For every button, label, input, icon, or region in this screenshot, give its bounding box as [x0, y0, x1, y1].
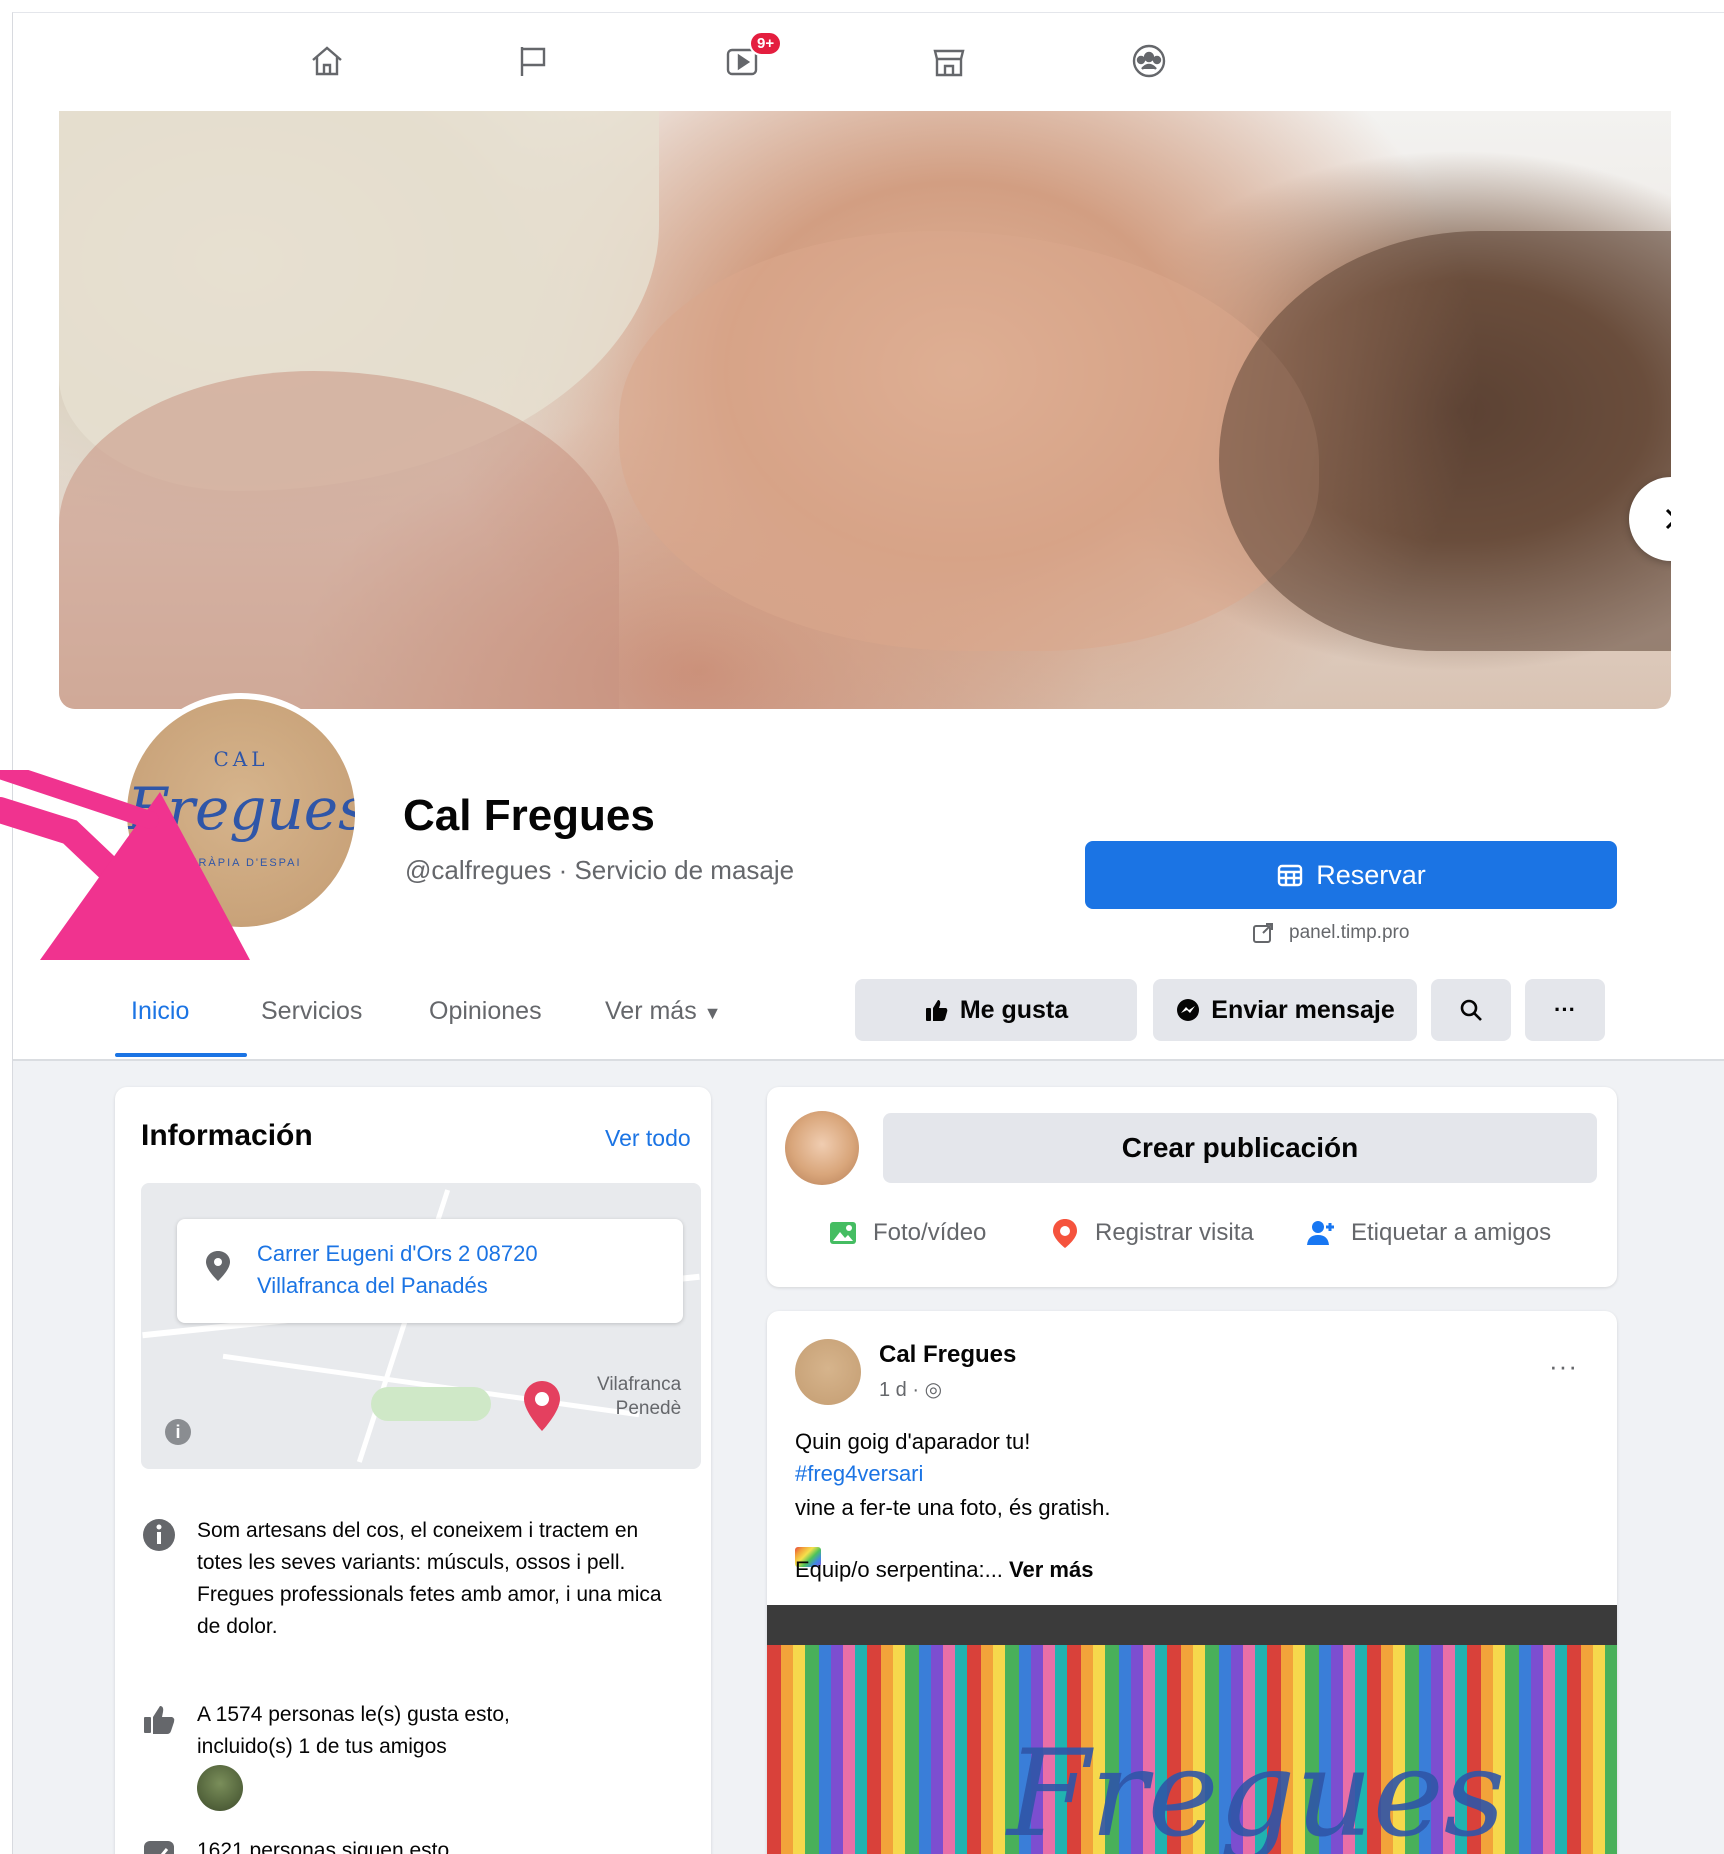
map-info-icon[interactable]: i	[165, 1419, 191, 1445]
tag-friends-icon	[1307, 1221, 1334, 1245]
flag-icon[interactable]	[509, 37, 557, 85]
address-line-1: Carrer Eugeni d'Ors 2 08720	[257, 1241, 538, 1266]
map-town-line-1: Vilafranca	[597, 1374, 682, 1395]
post-text-line-2: vine a fer-te una foto, és gratish.	[795, 1495, 1111, 1520]
photo-icon	[830, 1222, 856, 1244]
info-title: Información	[141, 1119, 313, 1152]
map-town-line-2: Penedè	[615, 1398, 682, 1419]
booking-link[interactable]: panel.timp.pro	[1251, 921, 1409, 945]
page-title: Cal Fregues	[403, 791, 655, 840]
location-pin-icon	[206, 1251, 230, 1281]
cover-hair	[1219, 231, 1671, 651]
active-tab-indicator	[115, 1053, 247, 1057]
map-marker-icon	[524, 1381, 560, 1431]
like-button[interactable]: Me gusta	[855, 979, 1137, 1041]
likes-line-1: A 1574 personas le(s) gusta esto,	[197, 1703, 510, 1726]
annotation-arrow-icon	[0, 770, 250, 960]
followers-summary: 1621 personas siguen esto	[141, 1835, 701, 1854]
post-options-icon[interactable]: ···	[1549, 1351, 1578, 1382]
about-description: Som artesans del cos, el coneixem i trac…	[141, 1515, 701, 1685]
marketplace-icon[interactable]	[925, 37, 973, 85]
notification-badge: 9+	[749, 31, 783, 56]
search-icon	[1460, 999, 1482, 1021]
search-button[interactable]	[1431, 979, 1511, 1041]
info-circle-icon	[143, 1519, 175, 1551]
post-text-line-3-body: Equip/o serpentina:...	[795, 1557, 1010, 1582]
tag-friends-button[interactable]: Etiquetar a amigos	[1305, 1217, 1551, 1249]
cover-photo[interactable]	[59, 111, 1671, 709]
home-icon[interactable]	[303, 37, 351, 85]
reserve-button[interactable]: Reservar	[1085, 841, 1617, 909]
globe-icon: ◎	[924, 1379, 943, 1401]
location-map[interactable]: Carrer Eugeni d'Ors 2 08720 Villafranca …	[141, 1183, 701, 1469]
more-icon: ···	[1554, 997, 1576, 1022]
location-pin-icon	[1053, 1219, 1077, 1248]
caret-down-icon: ▼	[703, 1003, 722, 1023]
post-hashtag[interactable]: #freg4versari	[795, 1461, 923, 1487]
thumbs-up-icon	[144, 1706, 175, 1734]
info-card: Información Ver todo Carrer Eugeni d'Ors…	[115, 1087, 711, 1854]
photo-video-button[interactable]: Foto/vídeo	[827, 1217, 986, 1249]
thumbs-up-icon	[925, 1000, 948, 1021]
tag-friends-label: Etiquetar a amigos	[1351, 1219, 1552, 1246]
reserve-label: Reservar	[1316, 859, 1426, 890]
see-all-link[interactable]: Ver todo	[605, 1125, 691, 1152]
post-meta[interactable]: 1 d · ◎	[879, 1377, 942, 1402]
more-options-button[interactable]: ···	[1525, 979, 1605, 1041]
likes-summary: A 1574 personas le(s) gusta esto, inclui…	[141, 1699, 701, 1769]
user-avatar[interactable]	[785, 1111, 859, 1185]
page-handle: @calfregues · Servicio de masaje	[405, 855, 795, 885]
post-timestamp: 1 d ·	[879, 1379, 925, 1401]
description-text: Som artesans del cos, el coneixem i trac…	[197, 1519, 662, 1638]
tab-ver-mas[interactable]: Ver más ▼	[605, 997, 721, 1026]
like-label: Me gusta	[959, 995, 1069, 1024]
post-photo[interactable]: Fregues	[767, 1605, 1617, 1854]
post-text-line-1: Quin goig d'aparador tu!	[795, 1429, 1031, 1454]
watch-icon[interactable]: 9+	[719, 31, 783, 85]
message-label: Enviar mensaje	[1211, 995, 1395, 1024]
groups-icon[interactable]	[1125, 37, 1173, 85]
friend-avatar[interactable]	[197, 1765, 243, 1811]
post-text-line-3: Equip/o serpentina:... Ver más	[795, 1557, 1093, 1583]
map-park	[371, 1387, 491, 1421]
calendar-icon	[1278, 864, 1303, 887]
follow-check-icon	[144, 1841, 174, 1854]
cover-face-hands	[619, 231, 1319, 651]
post-author-avatar[interactable]	[795, 1339, 861, 1405]
tab-servicios[interactable]: Servicios	[261, 997, 362, 1026]
logo-top-text: CAL	[213, 747, 269, 771]
see-more-link[interactable]: Ver más	[1009, 1557, 1093, 1582]
check-in-label: Registrar visita	[1095, 1219, 1254, 1246]
send-message-button[interactable]: Enviar mensaje	[1153, 979, 1417, 1041]
tab-ver-mas-label: Ver más	[605, 997, 697, 1025]
address-line-2: Villafranca del Panadés	[257, 1273, 488, 1298]
messenger-icon	[1177, 999, 1200, 1021]
photo-video-label: Foto/vídeo	[873, 1219, 987, 1246]
create-post-card: Crear publicación Foto/vídeo Registrar v…	[767, 1087, 1617, 1287]
map-town-label: Vilafranca Penedè	[597, 1373, 681, 1421]
photo-logo-text: Fregues	[1007, 1725, 1506, 1854]
booking-link-text: panel.timp.pro	[1289, 922, 1410, 943]
feed-post: Cal Fregues 1 d · ◎ ··· Quin goig d'apar…	[767, 1311, 1617, 1854]
address-card[interactable]: Carrer Eugeni d'Ors 2 08720 Villafranca …	[177, 1219, 683, 1323]
external-link-icon	[1253, 923, 1273, 943]
followers-text: 1621 personas siguen esto	[197, 1839, 450, 1854]
check-in-button[interactable]: Registrar visita	[1049, 1217, 1254, 1249]
tab-inicio[interactable]: Inicio	[131, 997, 189, 1026]
top-navigation: 9+	[13, 13, 1724, 111]
create-post-input[interactable]: Crear publicación	[883, 1113, 1597, 1183]
tab-opiniones[interactable]: Opiniones	[429, 997, 542, 1026]
likes-line-2: incluido(s) 1 de tus amigos	[197, 1735, 447, 1758]
cover-shoulder	[59, 371, 619, 709]
post-author-name[interactable]: Cal Fregues	[879, 1341, 1016, 1369]
